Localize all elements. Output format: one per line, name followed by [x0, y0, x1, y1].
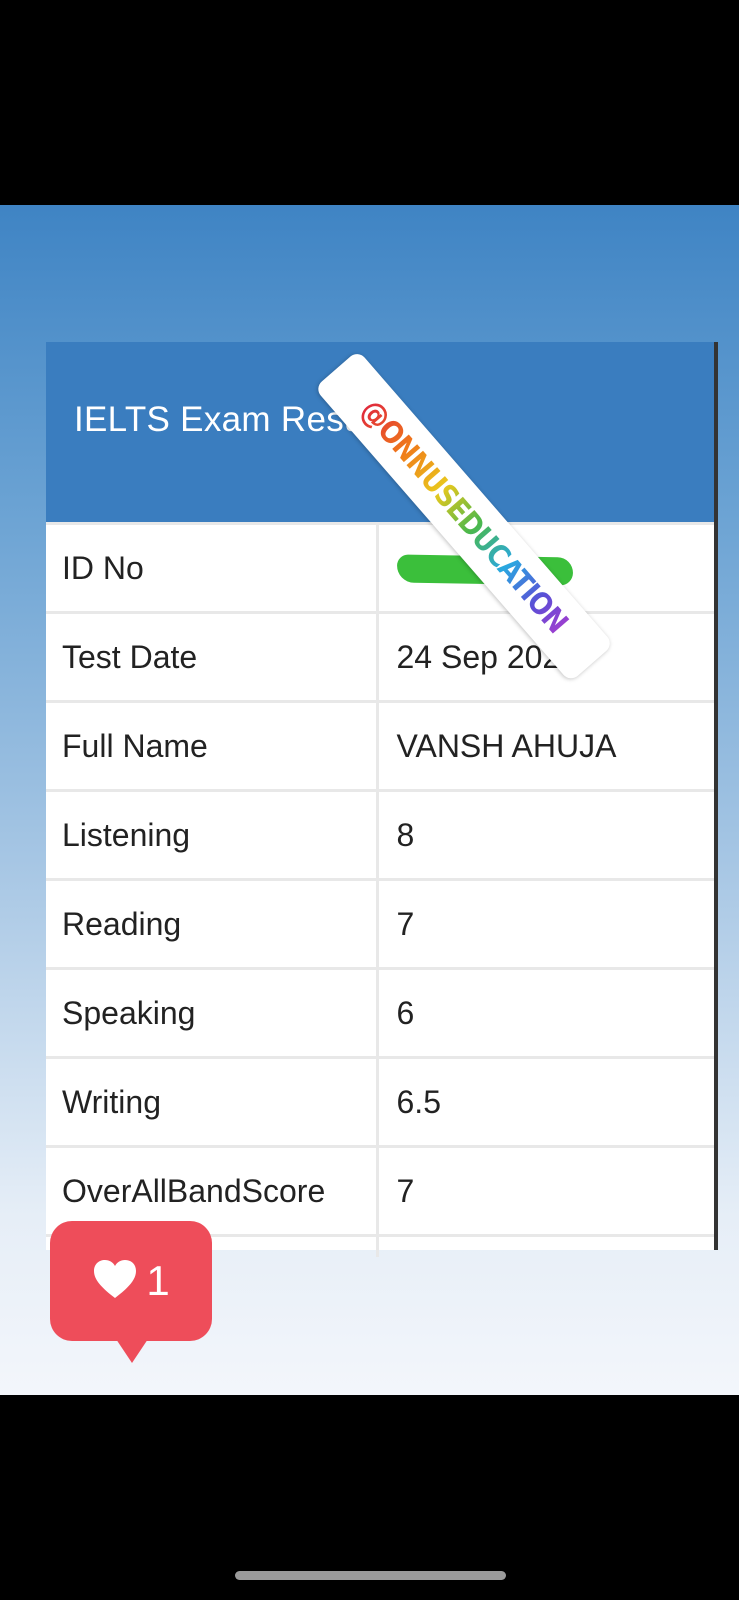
row-label: ID No — [46, 522, 379, 613]
row-label: Speaking — [46, 967, 379, 1058]
story-frame: IELTS Exam Results ID No Test Date 24 Se… — [0, 205, 739, 1395]
row-value: 7 — [377, 1145, 714, 1236]
table-row: ID No — [46, 522, 714, 613]
like-count: 1 — [146, 1257, 170, 1304]
home-indicator[interactable] — [235, 1571, 506, 1580]
table-row: Listening 8 — [46, 789, 714, 880]
table-row: Full Name VANSH AHUJA — [46, 700, 714, 791]
table-row: Reading 7 — [46, 878, 714, 969]
row-value: 7 — [377, 878, 714, 969]
heart-icon — [92, 1258, 138, 1305]
row-value: 6.5 — [377, 1056, 714, 1147]
row-label: Listening — [46, 789, 379, 880]
like-badge[interactable]: 1 — [50, 1221, 212, 1363]
row-label: Reading — [46, 878, 379, 969]
row-label: Full Name — [46, 700, 379, 791]
table-row: Test Date 24 Sep 2022 — [46, 611, 714, 702]
row-value: 8 — [377, 789, 714, 880]
row-value — [377, 1234, 714, 1257]
row-label: Writing — [46, 1056, 379, 1147]
row-value: 6 — [377, 967, 714, 1058]
table-row: Speaking 6 — [46, 967, 714, 1058]
results-panel: IELTS Exam Results ID No Test Date 24 Se… — [46, 342, 718, 1257]
results-table: ID No Test Date 24 Sep 2022 Full Name VA… — [46, 522, 714, 1257]
table-row: Writing 6.5 — [46, 1056, 714, 1147]
row-value: VANSH AHUJA — [377, 700, 714, 791]
row-label: Test Date — [46, 611, 379, 702]
